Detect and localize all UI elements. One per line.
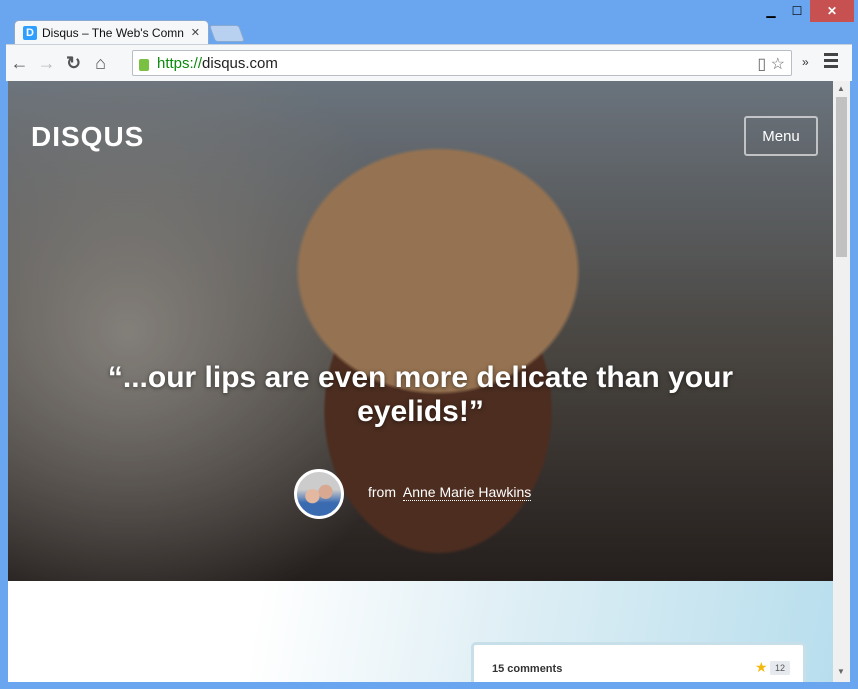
back-icon[interactable]: ← xyxy=(6,53,33,74)
home-icon[interactable]: ⌂ xyxy=(87,53,114,74)
lock-icon xyxy=(139,59,149,71)
forward-icon[interactable]: → xyxy=(33,53,60,74)
comments-card: 15 comments ★ 12 xyxy=(471,642,806,682)
url-scheme: https:// xyxy=(157,54,203,72)
star-icon[interactable]: ★ xyxy=(755,659,768,676)
url-host: disqus.com xyxy=(202,54,278,72)
new-tab-button[interactable] xyxy=(208,25,246,42)
close-tab-icon[interactable]: ✕ xyxy=(191,26,200,39)
disqus-favicon-icon: D xyxy=(23,25,37,40)
testimonial-quote: “...our lips are even more delicate than… xyxy=(107,361,734,428)
scroll-up-icon[interactable]: ▲ xyxy=(837,84,845,93)
browser-toolbar: ← → ↻ ⌂ https://disqus.com ▯ ☆ » xyxy=(6,44,852,81)
scrollbar[interactable]: ▲ ▼ xyxy=(833,81,850,682)
maximize-button[interactable]: ☐ xyxy=(784,0,810,22)
disqus-logo[interactable]: DISQUS xyxy=(31,121,144,153)
bookmark-star-icon[interactable]: ☆ xyxy=(771,56,785,73)
reload-icon[interactable]: ↻ xyxy=(60,53,87,74)
minimize-button[interactable]: ▁ xyxy=(758,0,784,22)
scrollbar-thumb[interactable] xyxy=(836,97,847,257)
scroll-down-icon[interactable]: ▼ xyxy=(837,667,845,676)
menu-button[interactable]: Menu xyxy=(744,116,818,156)
from-label: from xyxy=(368,484,396,500)
hero-section: DISQUS Menu “...our lips are even more d… xyxy=(8,81,833,581)
star-count: 12 xyxy=(770,661,791,675)
mobile-view-icon[interactable]: ▯ xyxy=(757,56,766,73)
tab-title: Disqus – The Web's Comn xyxy=(42,25,184,40)
close-window-button[interactable]: ✕ xyxy=(810,0,854,22)
author-link[interactable]: Anne Marie Hawkins xyxy=(402,484,532,501)
page-viewport: DISQUS Menu “...our lips are even more d… xyxy=(8,81,833,682)
chrome-menu-icon[interactable] xyxy=(824,53,838,68)
testimonial-attribution: from Anne Marie Hawkins xyxy=(368,484,532,501)
address-bar[interactable]: https://disqus.com ▯ ☆ xyxy=(132,50,792,76)
author-avatar xyxy=(294,469,344,519)
extensions-overflow-icon[interactable]: » xyxy=(802,55,809,69)
comment-count: 15 comments xyxy=(492,663,563,675)
browser-tab[interactable]: D Disqus – The Web's Comn ✕ xyxy=(14,20,209,44)
